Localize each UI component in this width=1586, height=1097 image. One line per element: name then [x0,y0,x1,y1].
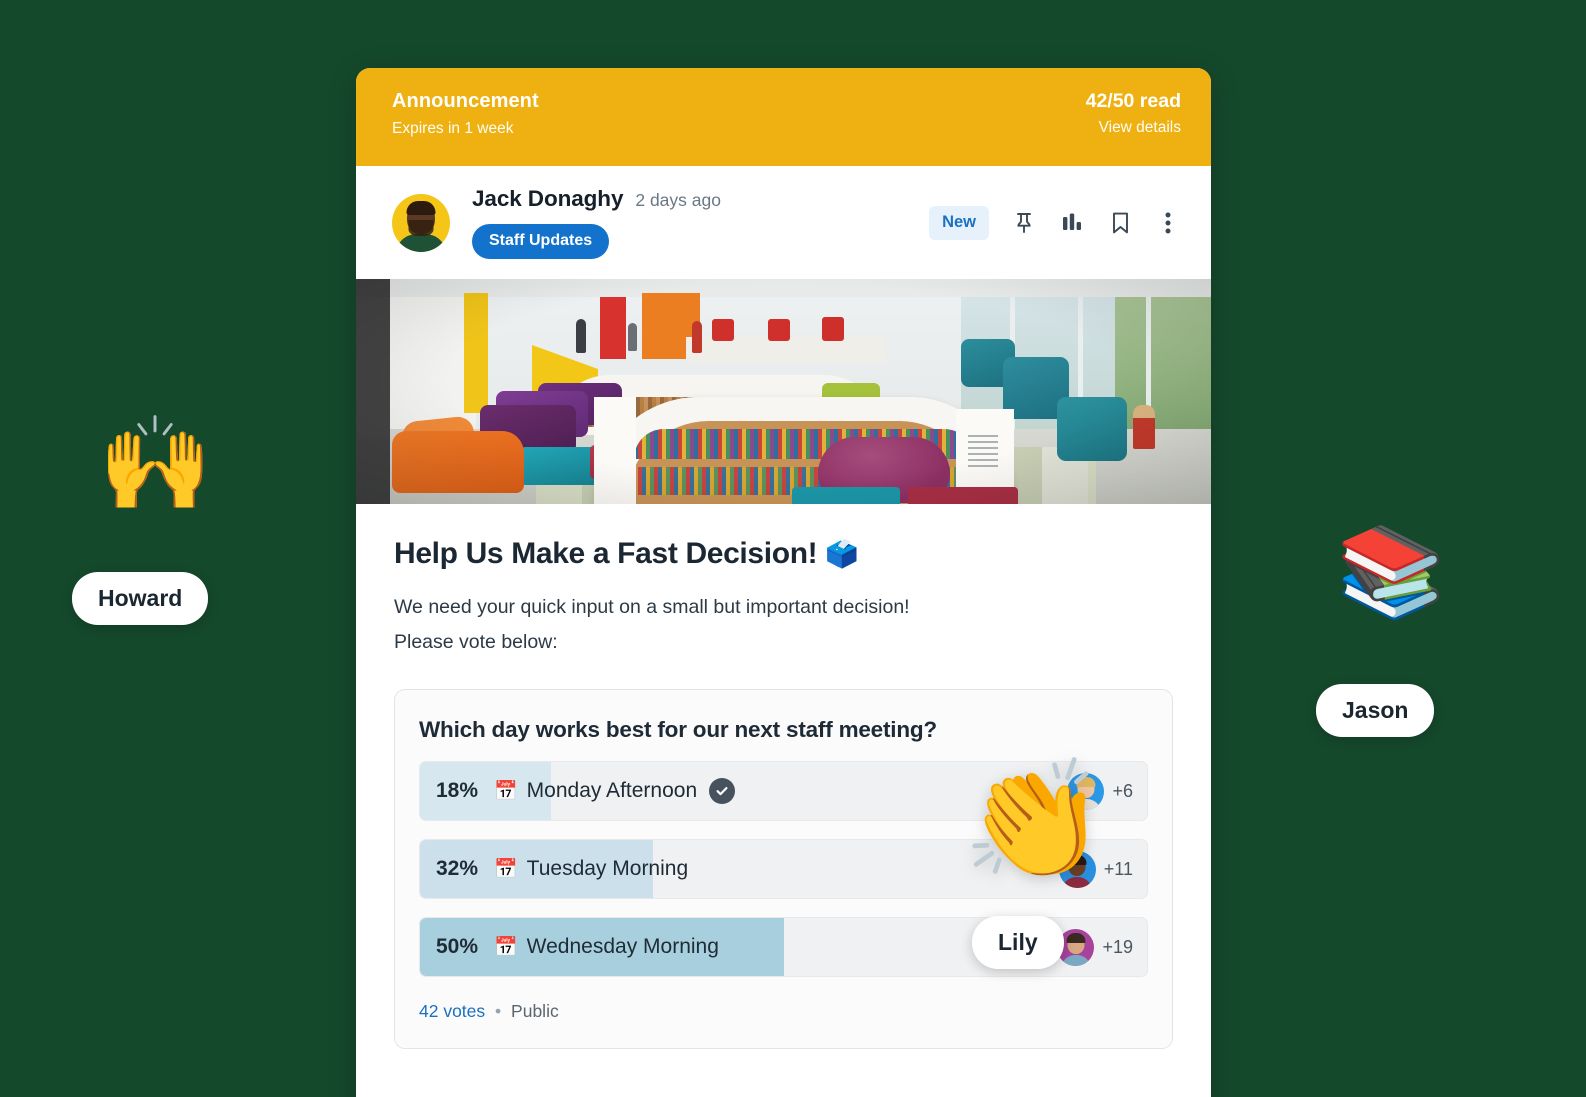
post-hero-image [356,279,1211,504]
author-name-row: Jack Donaghy 2 days ago [472,186,929,212]
announcement-banner: Announcement Expires in 1 week 42/50 rea… [356,68,1211,166]
author-meta: Jack Donaghy 2 days ago Staff Updates [472,186,929,259]
calendar-icon: 📅 [494,781,518,803]
post-body: Help Us Make a Fast Decision! 🗳️ We need… [356,504,1211,659]
cursor-emoji-jason: 📚 [1336,522,1446,621]
banner-left-group: Announcement Expires in 1 week [392,90,539,138]
status-badge-new[interactable]: New [929,205,989,240]
category-tag-staff-updates[interactable]: Staff Updates [472,224,610,259]
bookmark-icon[interactable] [1107,209,1133,237]
poll-option-voter-count: +6 [1112,780,1133,801]
post-actions: New [929,205,1181,240]
poll-vote-count[interactable]: 42 votes [419,1001,485,1021]
post-timestamp: 2 days ago [635,190,721,210]
cursor-label-jason[interactable]: Jason [1316,684,1435,737]
poll-option-label: Monday Afternoon [526,779,698,803]
poll-option-percent: 50% [436,935,479,959]
banner-title: Announcement [392,90,539,112]
pin-icon[interactable] [1011,209,1037,237]
avatar[interactable] [392,193,450,252]
author-name[interactable]: Jack Donaghy [472,186,623,212]
post-author-row: Jack Donaghy 2 days ago Staff Updates Ne… [356,166,1211,279]
poll-option-voters[interactable]: +19 [1057,928,1133,966]
poll-question: Which day works best for our next staff … [419,717,937,743]
banner-expiry-text: Expires in 1 week [392,120,514,137]
poll-option-label: Tuesday Morning [526,857,689,881]
poll-option-label: Wednesday Morning [526,935,719,959]
view-details-link[interactable]: View details [1086,119,1181,137]
calendar-icon: 📅 [494,859,518,881]
cursor-emoji-lily: 👏 [962,755,1107,885]
cursor-label-howard[interactable]: Howard [72,572,209,625]
ballot-box-icon: 🗳️ [825,539,859,569]
post-title-text: Help Us Make a Fast Decision! [394,537,818,570]
poll-visibility: Public [511,1001,559,1022]
poll-option-percent: 18% [436,779,479,803]
poll-option-voter-count: +11 [1103,858,1133,879]
poll-option-percent: 32% [436,857,479,881]
avatar-hair [406,200,436,215]
calendar-icon: 📅 [494,937,518,959]
avatar-body [395,233,447,252]
post-description-line-2: Please vote below: [394,630,558,653]
announcement-post-card: Announcement Expires in 1 week 42/50 rea… [356,68,1211,1097]
page-title: Help Us Make a Fast Decision! 🗳️ [394,537,1175,571]
post-description-line-1: We need your quick input on a small but … [394,596,910,618]
poll-option-voter-count: +19 [1102,936,1133,957]
poll-chart-icon[interactable] [1059,209,1085,237]
banner-read-count: 42/50 read [1085,90,1181,112]
cursor-emoji-howard: 🙌 [98,413,213,515]
banner-right-group: 42/50 read View details [1086,90,1181,137]
poll-footer-separator: • [495,1001,502,1022]
avatar-beard [408,219,434,236]
post-description: We need your quick input on a small but … [394,590,1175,659]
poll-option-selected-check-icon [709,778,736,805]
more-options-icon[interactable] [1155,209,1181,237]
poll-footer: 42 votes • Public [419,1001,1148,1022]
cursor-label-lily[interactable]: Lily [972,916,1064,969]
